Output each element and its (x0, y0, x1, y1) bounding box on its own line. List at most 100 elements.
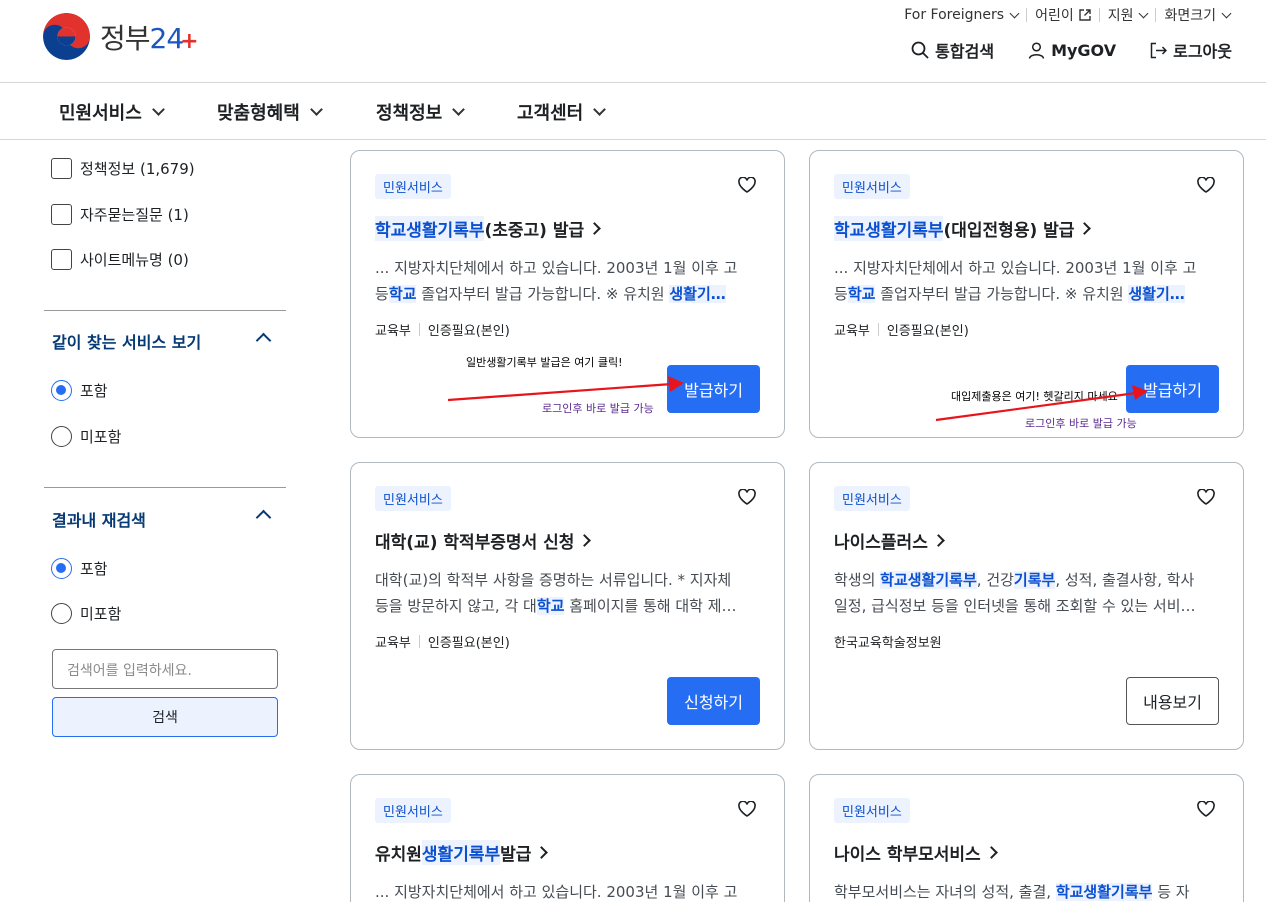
result-card: 민원서비스 나이스플러스 학생의 학교생활기록부, 건강기록부, 성적, 출결사… (809, 462, 1244, 750)
chevron-right-icon (578, 534, 592, 547)
card-meta: 교육부 인증필요(본인) (834, 323, 969, 339)
related-services-title[interactable]: 같이 찾는 서비스 보기 (52, 329, 201, 353)
heart-icon[interactable] (738, 489, 756, 505)
heart-icon[interactable] (1197, 489, 1215, 505)
result-card: 민원서비스 학교생활기록부 (초중고) 발급 ... 지방자치단체에서 하고 있습… (350, 150, 785, 438)
checkbox-label: 정책정보 (1,679) (80, 160, 195, 178)
kids-link[interactable]: 어린이 (1027, 5, 1099, 25)
site-header: 정부 24 + For Foreigners 어린이 지원 화면크기 통합검색 My… (0, 0, 1266, 83)
filter-site-menu-checkbox[interactable]: 사이트메뉴명 (0) (51, 249, 189, 270)
annotation-subnote: 로그인후 바로 발급 가능 (542, 402, 654, 415)
card-title-link[interactable]: 대학(교) 학적부증명서 신청 (375, 528, 592, 553)
card-title-link[interactable]: 유치원 생활기록부 발급 (375, 840, 549, 865)
related-exclude-radio[interactable]: 미포함 (51, 426, 121, 447)
chevron-down-icon (1009, 8, 1020, 18)
divider (44, 310, 286, 311)
category-badge: 민원서비스 (834, 486, 910, 511)
utility-nav: For Foreigners 어린이 지원 화면크기 (896, 5, 1238, 25)
issue-button[interactable]: 발급하기 (667, 365, 760, 413)
taegeuk-icon (43, 13, 90, 60)
card-description: ... 지방자치단체에서 하고 있습니다. 2003년 1월 이후 고 등학교 … (375, 259, 738, 303)
category-badge: 민원서비스 (375, 174, 451, 199)
card-title-link[interactable]: 나이스플러스 (834, 528, 945, 553)
checkbox[interactable] (51, 158, 72, 179)
chevron-down-icon (309, 103, 323, 116)
chevron-down-icon (1139, 8, 1149, 18)
card-meta: 교육부 인증필요(본인) (375, 635, 510, 651)
nav-civil-services[interactable]: 민원서비스 (59, 99, 165, 125)
card-description: 학생의 학교생활기록부, 건강기록부, 성적, 출결사항, 학사 일정, 급식정… (834, 571, 1196, 615)
card-title-link[interactable]: 나이스 학부모서비스 (834, 840, 998, 865)
integrated-search-button[interactable]: 통합검색 (911, 38, 994, 62)
card-description: 학부모서비스는 자녀의 성적, 출결, 학교생활기록부 등 자 (834, 883, 1190, 901)
category-badge: 민원서비스 (834, 798, 910, 823)
card-description: ... 지방자치단체에서 하고 있습니다. 2003년 1월 이후 고 등학교 … (834, 259, 1197, 303)
site-logo[interactable]: 정부 24 + (43, 13, 199, 60)
annotation-note: 대입제출용은 여기! 헷갈리지 마세요 (951, 390, 1118, 403)
radio-label: 포함 (80, 382, 108, 400)
radio-label: 미포함 (80, 605, 122, 623)
chevron-down-icon (452, 103, 466, 116)
chevron-up-icon[interactable] (255, 332, 272, 349)
for-foreigners-dropdown[interactable]: For Foreigners (896, 7, 1026, 23)
annotation-note: 일반생활기록부 발급은 여기 클릭! (466, 356, 623, 369)
main-utility: 통합검색 MyGOV 로그아웃 (877, 38, 1232, 62)
radio[interactable] (51, 426, 72, 447)
research-exclude-radio[interactable]: 미포함 (51, 603, 121, 624)
radio-selected[interactable] (51, 558, 72, 579)
checkbox[interactable] (51, 249, 72, 270)
category-badge: 민원서비스 (375, 798, 451, 823)
screen-size-dropdown[interactable]: 화면크기 (1156, 5, 1238, 25)
logout-icon (1150, 42, 1168, 58)
result-card: 민원서비스 대학(교) 학적부증명서 신청 대학(교)의 학적부 사항을 증명하… (350, 462, 785, 750)
research-title[interactable]: 결과내 재검색 (52, 507, 146, 531)
research-search-button[interactable]: 검색 (52, 697, 278, 737)
chevron-down-icon (1221, 8, 1232, 18)
external-link-icon (1079, 9, 1091, 21)
annotation-subnote: 로그인후 바로 발급 가능 (1025, 417, 1137, 430)
divider (44, 487, 286, 488)
filter-policy-info-checkbox[interactable]: 정책정보 (1,679) (51, 158, 195, 179)
filter-faq-checkbox[interactable]: 자주묻는질문 (1) (51, 204, 189, 225)
issue-button[interactable]: 발급하기 (1126, 365, 1219, 413)
user-icon (1028, 41, 1045, 59)
chevron-down-icon (593, 103, 607, 116)
category-badge: 민원서비스 (834, 174, 910, 199)
apply-button[interactable]: 신청하기 (667, 677, 760, 725)
main-nav: 민원서비스 맞춤형혜택 정책정보 고객센터 (0, 83, 1266, 140)
radio-selected[interactable] (51, 380, 72, 401)
category-badge: 민원서비스 (375, 486, 451, 511)
search-icon (911, 41, 929, 59)
heart-icon[interactable] (1197, 177, 1215, 193)
site-logo-text: 정부 24 + (100, 21, 199, 55)
mygov-button[interactable]: MyGOV (1028, 41, 1116, 60)
result-card: 민원서비스 유치원 생활기록부 발급 ... 지방자치단체에서 하고 있습니다. … (350, 774, 785, 902)
research-include-radio[interactable]: 포함 (51, 558, 108, 579)
radio-label: 미포함 (80, 428, 122, 446)
card-meta: 한국교육학술정보원 (834, 636, 942, 651)
checkbox[interactable] (51, 204, 72, 225)
card-description: ... 지방자치단체에서 하고 있습니다. 2003년 1월 이후 고 (375, 883, 738, 901)
chevron-right-icon (931, 534, 945, 547)
nav-custom-benefits[interactable]: 맞춤형혜택 (217, 99, 323, 125)
chevron-up-icon[interactable] (255, 509, 272, 526)
nav-customer-center[interactable]: 고객센터 (517, 99, 607, 125)
chevron-right-icon (1078, 222, 1092, 235)
card-title-link[interactable]: 학교생활기록부 (대입전형용) 발급 (834, 216, 1092, 241)
radio[interactable] (51, 603, 72, 624)
chevron-right-icon (984, 846, 998, 859)
nav-policy-info[interactable]: 정책정보 (376, 99, 466, 125)
checkbox-label: 사이트메뉴명 (0) (80, 251, 189, 269)
heart-icon[interactable] (738, 177, 756, 193)
related-include-radio[interactable]: 포함 (51, 380, 108, 401)
card-title-link[interactable]: 학교생활기록부 (초중고) 발급 (375, 216, 602, 241)
research-input[interactable]: 검색어를 입력하세요. (52, 649, 278, 689)
heart-icon[interactable] (1197, 801, 1215, 817)
chevron-down-icon (151, 103, 165, 116)
view-content-button[interactable]: 내용보기 (1126, 677, 1219, 725)
result-card: 민원서비스 나이스 학부모서비스 학부모서비스는 자녀의 성적, 출결, 학교생… (809, 774, 1244, 902)
checkbox-label: 자주묻는질문 (1) (80, 206, 189, 224)
support-dropdown[interactable]: 지원 (1100, 5, 1156, 25)
heart-icon[interactable] (738, 801, 756, 817)
logout-button[interactable]: 로그아웃 (1150, 38, 1232, 62)
